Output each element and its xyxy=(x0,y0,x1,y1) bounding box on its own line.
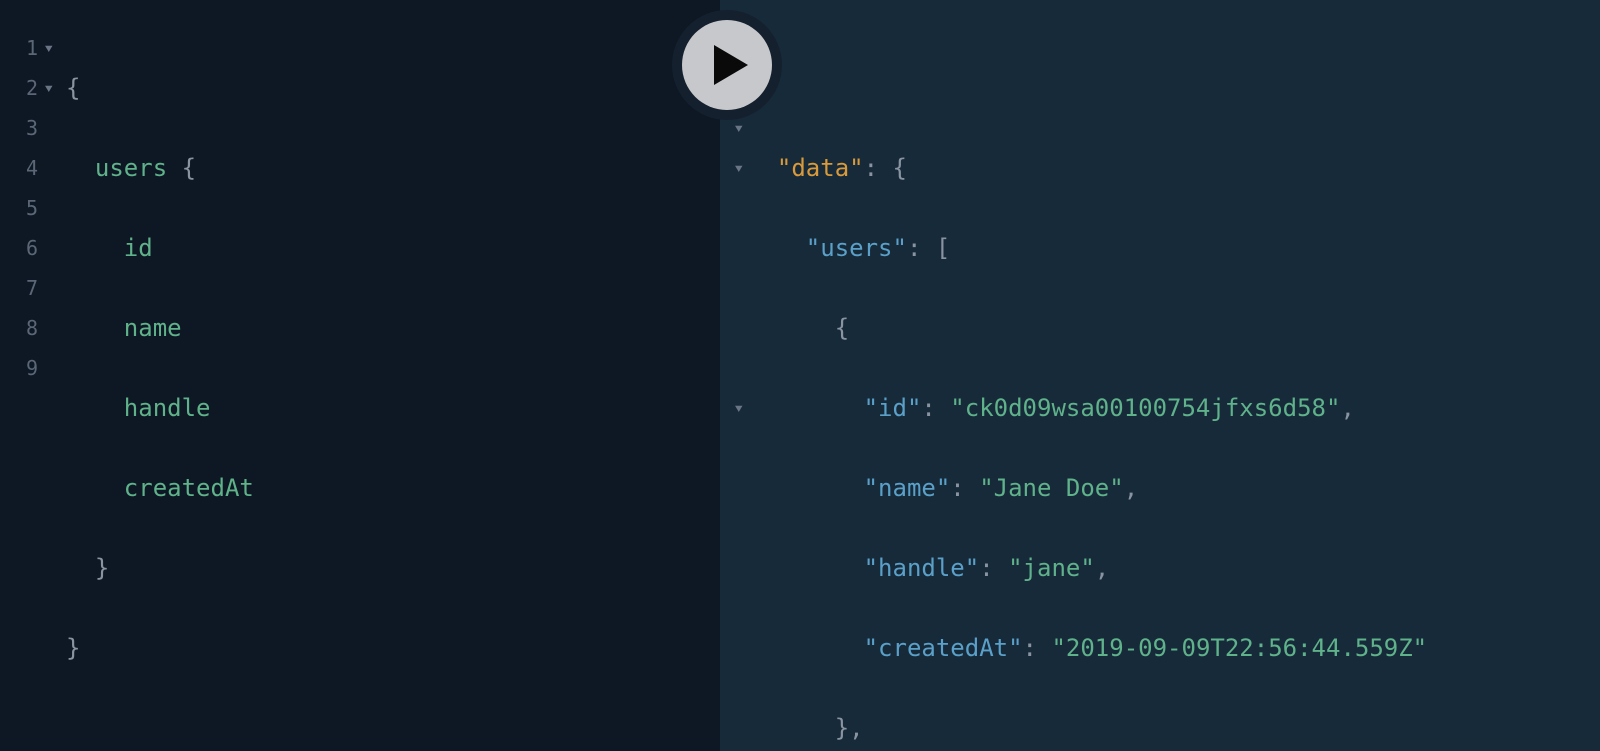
play-icon xyxy=(682,20,772,110)
query-editor-code[interactable]: { users { id name handle createdAt } } xyxy=(66,28,720,751)
response-viewer-pane[interactable]: { "data": { "users": [ { "id": "ck0d09ws… xyxy=(720,0,1600,751)
fold-toggle-icon[interactable] xyxy=(44,38,54,57)
response-viewer-code: { "data": { "users": [ { "id": "ck0d09ws… xyxy=(748,28,1600,751)
fold-toggle-icon[interactable] xyxy=(734,158,744,177)
fold-toggle-icon[interactable] xyxy=(734,118,744,137)
query-fold-gutter xyxy=(44,28,66,751)
execute-query-button[interactable] xyxy=(672,10,782,120)
fold-toggle-icon[interactable] xyxy=(734,398,744,417)
query-editor-pane[interactable]: 1 2 3 4 5 6 7 8 9 { users { id name hand… xyxy=(0,0,720,751)
fold-toggle-icon[interactable] xyxy=(44,78,54,97)
response-fold-gutter xyxy=(720,28,748,751)
query-line-gutter: 1 2 3 4 5 6 7 8 9 xyxy=(0,28,44,751)
